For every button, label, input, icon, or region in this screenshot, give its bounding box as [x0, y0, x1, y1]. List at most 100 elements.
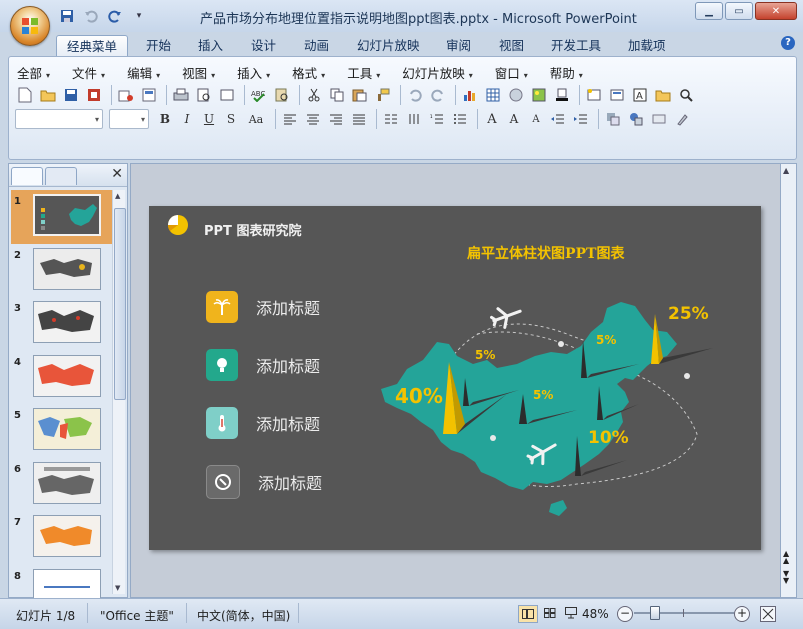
paste-icon[interactable]: [350, 85, 370, 105]
italic-button[interactable]: I: [177, 109, 197, 129]
close-panel-icon[interactable]: ✕: [111, 166, 123, 182]
slide-thumbnail-4[interactable]: 4: [11, 351, 113, 405]
justify-icon[interactable]: [349, 109, 369, 129]
layout-icon[interactable]: [607, 85, 627, 105]
slide-thumbnail-3[interactable]: 3: [11, 297, 113, 351]
new-icon[interactable]: [15, 85, 35, 105]
change-case-button[interactable]: Aa: [243, 109, 269, 129]
slide-thumbnail-5[interactable]: 5: [11, 404, 113, 458]
scroll-up-icon[interactable]: ▲: [115, 192, 120, 200]
language-indicator[interactable]: 中文(简体，中国): [197, 607, 290, 624]
align-center-icon[interactable]: [303, 109, 323, 129]
font-color-button[interactable]: A: [482, 109, 502, 129]
align-left-icon[interactable]: [280, 109, 300, 129]
find-icon[interactable]: [676, 85, 696, 105]
new-slide-icon[interactable]: [584, 85, 604, 105]
print-preview-icon[interactable]: [194, 85, 214, 105]
redo-icon[interactable]: [106, 7, 124, 25]
panel-scrollbar[interactable]: ▲ ▼: [112, 190, 126, 594]
tab-home[interactable]: 开始: [136, 35, 181, 56]
text-box-icon[interactable]: A: [630, 85, 650, 105]
slide-thumbnail-1[interactable]: 1: [11, 190, 113, 244]
menu-insert[interactable]: 插入 ▾: [237, 63, 270, 82]
menu-window[interactable]: 窗口 ▾: [495, 63, 528, 82]
bold-button[interactable]: B: [155, 109, 175, 129]
save-icon[interactable]: [61, 85, 81, 105]
picture-icon[interactable]: [529, 85, 549, 105]
tab-developer[interactable]: 开发工具: [541, 35, 611, 56]
font-name-select[interactable]: ▾: [15, 109, 103, 129]
tab-animation[interactable]: 动画: [294, 35, 339, 56]
canvas-scrollbar[interactable]: ▲ ▲ ▲ ▼ ▼: [780, 163, 797, 598]
font-size-select[interactable]: ▾: [109, 109, 149, 129]
menu-format[interactable]: 格式 ▾: [292, 63, 325, 82]
page-setup-icon[interactable]: [217, 85, 237, 105]
menu-help[interactable]: 帮助 ▾: [550, 63, 583, 82]
current-slide[interactable]: PPT 图表研究院 扁平立体柱状图PPT图表 添加标题 添加标题 添加标题 添加…: [149, 206, 761, 550]
tab-addins[interactable]: 加载项: [618, 35, 676, 56]
folder-icon[interactable]: [653, 85, 673, 105]
insert-chart-icon[interactable]: [460, 85, 480, 105]
close-button[interactable]: ✕: [755, 2, 797, 20]
help-icon[interactable]: ?: [781, 36, 795, 50]
tab-slideshow[interactable]: 幻灯片放映: [347, 35, 430, 56]
tab-insert[interactable]: 插入: [188, 35, 233, 56]
minimize-button[interactable]: ▁: [695, 2, 723, 20]
increase-indent-icon[interactable]: [571, 109, 591, 129]
undo-icon[interactable]: [405, 85, 425, 105]
clipart-icon[interactable]: [506, 85, 526, 105]
slides-tab[interactable]: [11, 167, 43, 185]
menu-edit[interactable]: 编辑 ▾: [127, 63, 160, 82]
decrease-indent-icon[interactable]: [548, 109, 568, 129]
zoom-slider[interactable]: [634, 612, 734, 614]
underline-button[interactable]: U: [199, 109, 219, 129]
permission-icon[interactable]: [84, 85, 104, 105]
tab-view[interactable]: 视图: [489, 35, 534, 56]
previous-slide-icon[interactable]: ▲ ▲: [783, 550, 789, 565]
menu-slideshow[interactable]: 幻灯片放映 ▾: [402, 63, 473, 82]
insert-table-icon[interactable]: [483, 85, 503, 105]
tab-design[interactable]: 设计: [241, 35, 286, 56]
columns-icon[interactable]: [381, 109, 401, 129]
menu-all[interactable]: 全部 ▾: [17, 63, 50, 82]
save-icon[interactable]: [58, 7, 76, 25]
scroll-down-icon[interactable]: ▼: [115, 584, 120, 592]
zoom-level[interactable]: 48%: [582, 607, 609, 621]
spelling-icon[interactable]: ABC: [249, 85, 269, 105]
tab-classic-menu[interactable]: 经典菜单: [56, 35, 129, 57]
shapes-icon[interactable]: [626, 109, 646, 129]
align-right-icon[interactable]: [326, 109, 346, 129]
slideshow-icon[interactable]: [562, 605, 580, 621]
slide-thumbnail-2[interactable]: 2: [11, 244, 113, 298]
fit-to-window-icon[interactable]: [760, 606, 776, 622]
zoom-slider-thumb[interactable]: [650, 606, 660, 620]
undo-icon[interactable]: [82, 7, 100, 25]
normal-view-icon[interactable]: [518, 605, 538, 623]
numbering-icon[interactable]: 1: [427, 109, 447, 129]
redo-icon[interactable]: [428, 85, 448, 105]
next-slide-icon[interactable]: ▼ ▼: [783, 570, 789, 585]
print-icon[interactable]: [171, 85, 191, 105]
open-icon[interactable]: [38, 85, 58, 105]
scroll-up-icon[interactable]: ▲: [783, 166, 789, 175]
fill-color-icon[interactable]: [552, 85, 572, 105]
slide-thumbnail-7[interactable]: 7: [11, 511, 113, 565]
research-icon[interactable]: [272, 85, 292, 105]
slide-thumbnail-6[interactable]: 6: [11, 458, 113, 512]
shape-effects-icon[interactable]: [672, 109, 692, 129]
zoom-in-icon[interactable]: +: [734, 606, 750, 622]
quick-styles-icon[interactable]: [649, 109, 669, 129]
tab-review[interactable]: 审阅: [436, 35, 481, 56]
office-button[interactable]: [10, 6, 50, 46]
menu-tools[interactable]: 工具 ▾: [347, 63, 380, 82]
arrange-icon[interactable]: [603, 109, 623, 129]
text-direction-icon[interactable]: [404, 109, 424, 129]
bullets-icon[interactable]: [450, 109, 470, 129]
shadow-button[interactable]: S: [221, 109, 241, 129]
menu-view[interactable]: 视图 ▾: [182, 63, 215, 82]
customize-qat-icon[interactable]: ▾: [130, 7, 148, 25]
cut-icon[interactable]: [304, 85, 324, 105]
scroll-thumb[interactable]: [114, 208, 126, 400]
copy-icon[interactable]: [327, 85, 347, 105]
shrink-font-button[interactable]: A: [526, 109, 546, 129]
